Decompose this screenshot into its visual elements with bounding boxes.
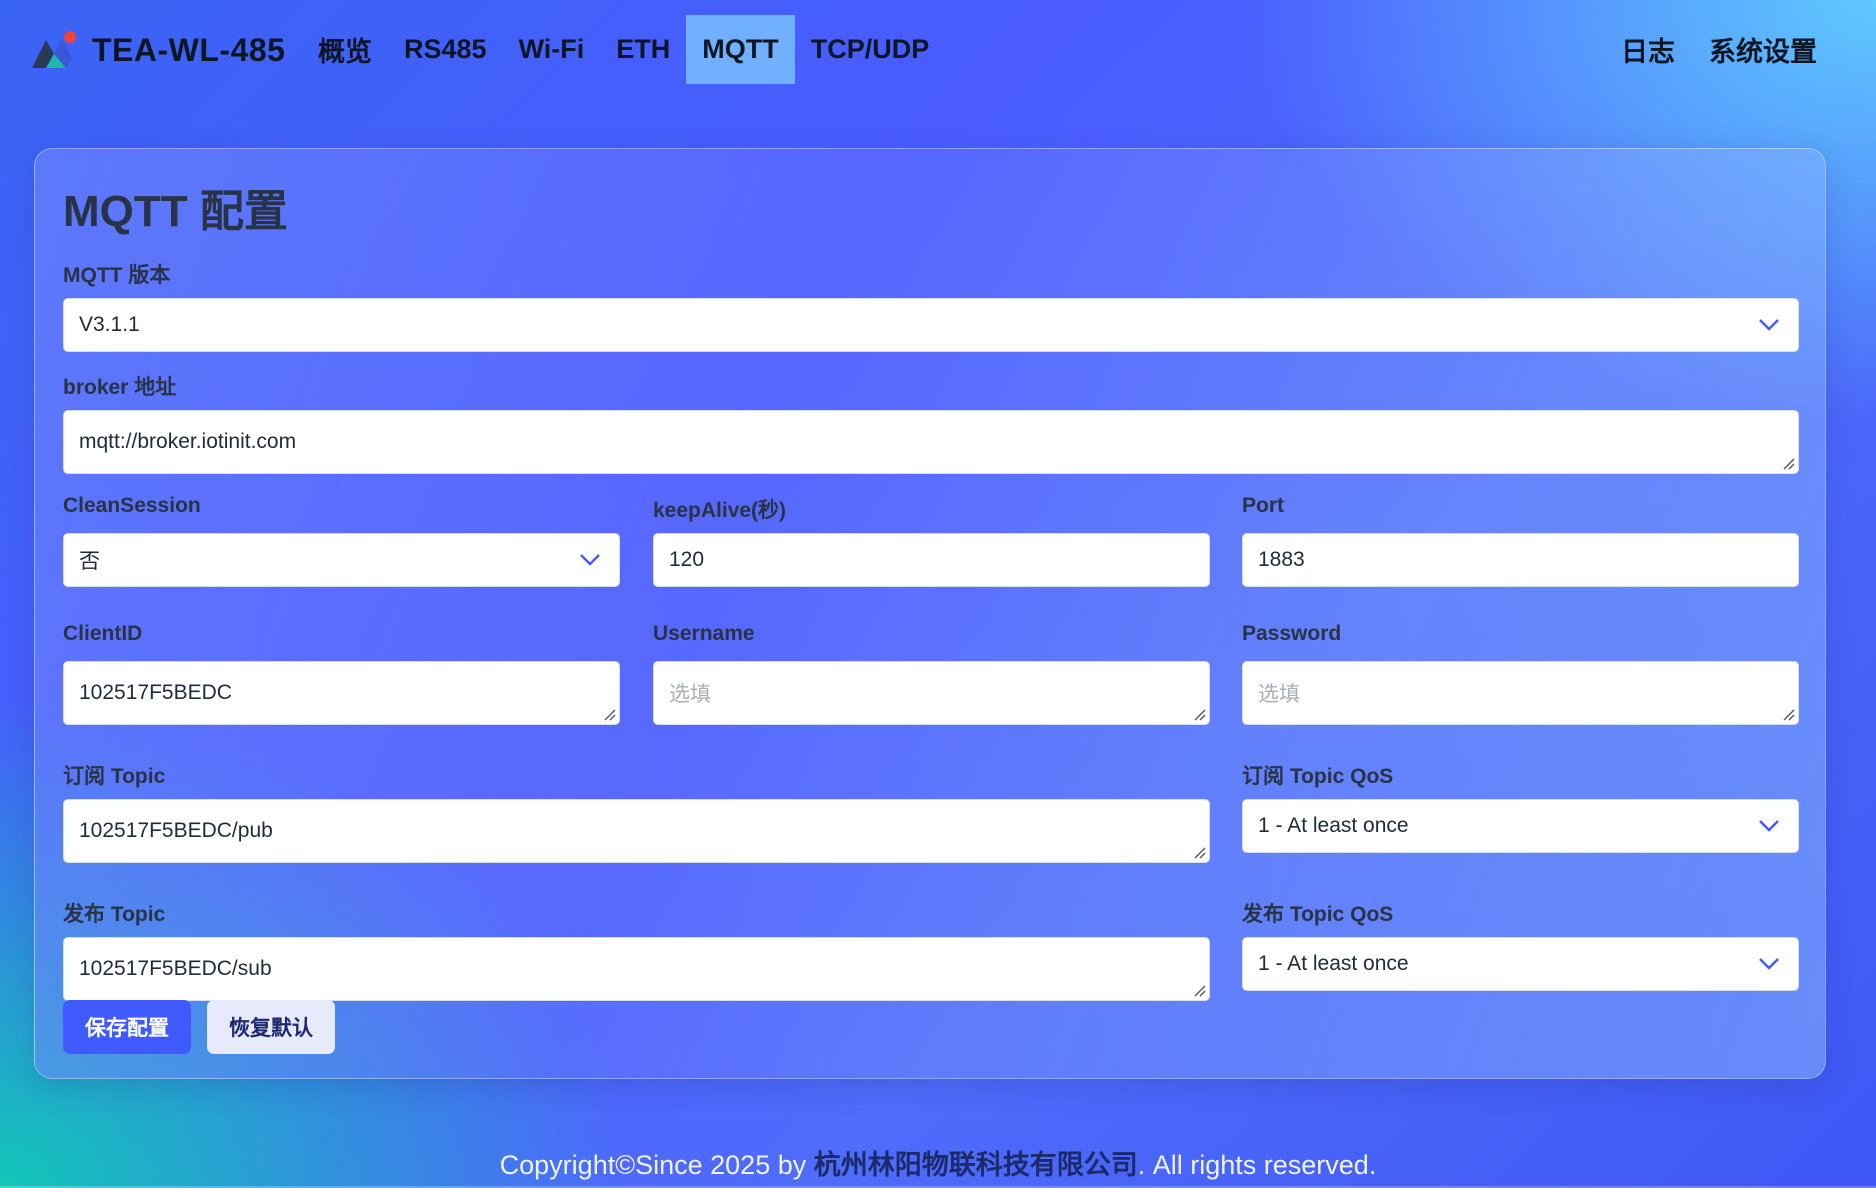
nav-item-rs485[interactable]: RS485 [388,15,503,84]
right-nav: 日志 系统设置 [1604,15,1834,84]
page-title: MQTT 配置 [63,187,288,236]
client-id-label: ClientID [63,622,143,645]
save-config-button[interactable]: 保存配置 [63,1000,191,1054]
broker-value: mqtt://broker.iotinit.com [79,430,297,453]
pub-topic-value: 102517F5BEDC/sub [79,957,272,980]
sub-topic-input[interactable]: 102517F5BEDC/pub [63,799,1210,863]
mqtt-config-card: MQTT 配置 MQTT 版本 V3.1.1 broker 地址 mqtt://… [34,148,1826,1079]
pub-qos-label: 发布 Topic QoS [1242,903,1394,926]
nav-item-eth[interactable]: ETH [600,15,686,84]
brand-logo-icon [32,31,76,68]
mqtt-version-value: V3.1.1 [79,313,140,336]
keep-alive-value: 120 [669,548,705,571]
pub-qos-select[interactable]: 1 - At least once [1242,937,1799,991]
chevron-down-icon [1759,820,1779,832]
password-input[interactable]: 选填 [1242,661,1799,725]
sub-topic-value: 102517F5BEDC/pub [79,819,273,842]
keep-alive-label: keepAlive(秒) [653,499,787,522]
client-id-value: 102517F5BEDC [79,681,232,704]
port-label: Port [1242,494,1284,517]
sub-qos-label: 订阅 Topic QoS [1242,765,1394,788]
footer-company[interactable]: 杭州林阳物联科技有限公司 [814,1150,1138,1180]
chevron-down-icon [1759,319,1779,331]
resize-handle-icon[interactable] [1781,456,1795,470]
nav-item-logs[interactable]: 日志 [1604,15,1692,84]
sub-topic-label: 订阅 Topic [63,765,166,788]
footer-copyright: Copyright©Since 2025 by 杭州林阳物联科技有限公司. Al… [0,1143,1876,1182]
password-label: Password [1242,622,1342,645]
nav-item-system-settings[interactable]: 系统设置 [1692,15,1834,84]
chevron-down-icon [1759,958,1779,970]
brand[interactable]: TEA-WL-485 [32,28,285,72]
keep-alive-input[interactable]: 120 [653,533,1210,587]
client-id-input[interactable]: 102517F5BEDC [63,661,620,725]
resize-handle-icon[interactable] [1781,707,1795,721]
resize-handle-icon[interactable] [1192,845,1206,859]
broker-label: broker 地址 [63,376,177,399]
pub-topic-label: 发布 Topic [63,903,166,926]
sub-qos-value: 1 - At least once [1258,814,1409,837]
nav-item-mqtt[interactable]: MQTT [686,15,795,84]
nav-item-tcp-udp[interactable]: TCP/UDP [795,15,946,84]
mqtt-version-label: MQTT 版本 [63,264,171,287]
resize-handle-icon[interactable] [1192,707,1206,721]
main-nav: 概览 RS485 Wi-Fi ETH MQTT TCP/UDP [302,15,945,84]
nav-item-overview[interactable]: 概览 [302,15,388,84]
restore-default-button[interactable]: 恢复默认 [207,1000,335,1054]
clean-session-value: 否 [79,550,100,573]
port-value: 1883 [1258,548,1305,571]
resize-handle-icon[interactable] [602,707,616,721]
mqtt-version-select[interactable]: V3.1.1 [63,298,1799,352]
broker-input[interactable]: mqtt://broker.iotinit.com [63,410,1799,474]
password-placeholder: 选填 [1258,683,1300,706]
pub-topic-input[interactable]: 102517F5BEDC/sub [63,937,1210,1001]
brand-name: TEA-WL-485 [92,31,286,68]
clean-session-select[interactable]: 否 [63,533,620,587]
pub-qos-value: 1 - At least once [1258,952,1409,975]
username-placeholder: 选填 [669,683,711,706]
resize-handle-icon[interactable] [1192,983,1206,997]
footer-prefix: Copyright©Since 2025 by [499,1150,814,1180]
footer-suffix: . All rights reserved. [1137,1150,1377,1180]
nav-item-wifi[interactable]: Wi-Fi [503,15,601,84]
top-navbar: TEA-WL-485 概览 RS485 Wi-Fi ETH MQTT TCP/U… [0,0,1876,100]
username-label: Username [653,622,755,645]
username-input[interactable]: 选填 [653,661,1210,725]
clean-session-label: CleanSession [63,494,201,517]
chevron-down-icon [580,554,600,566]
port-input[interactable]: 1883 [1242,533,1799,587]
sub-qos-select[interactable]: 1 - At least once [1242,799,1799,853]
